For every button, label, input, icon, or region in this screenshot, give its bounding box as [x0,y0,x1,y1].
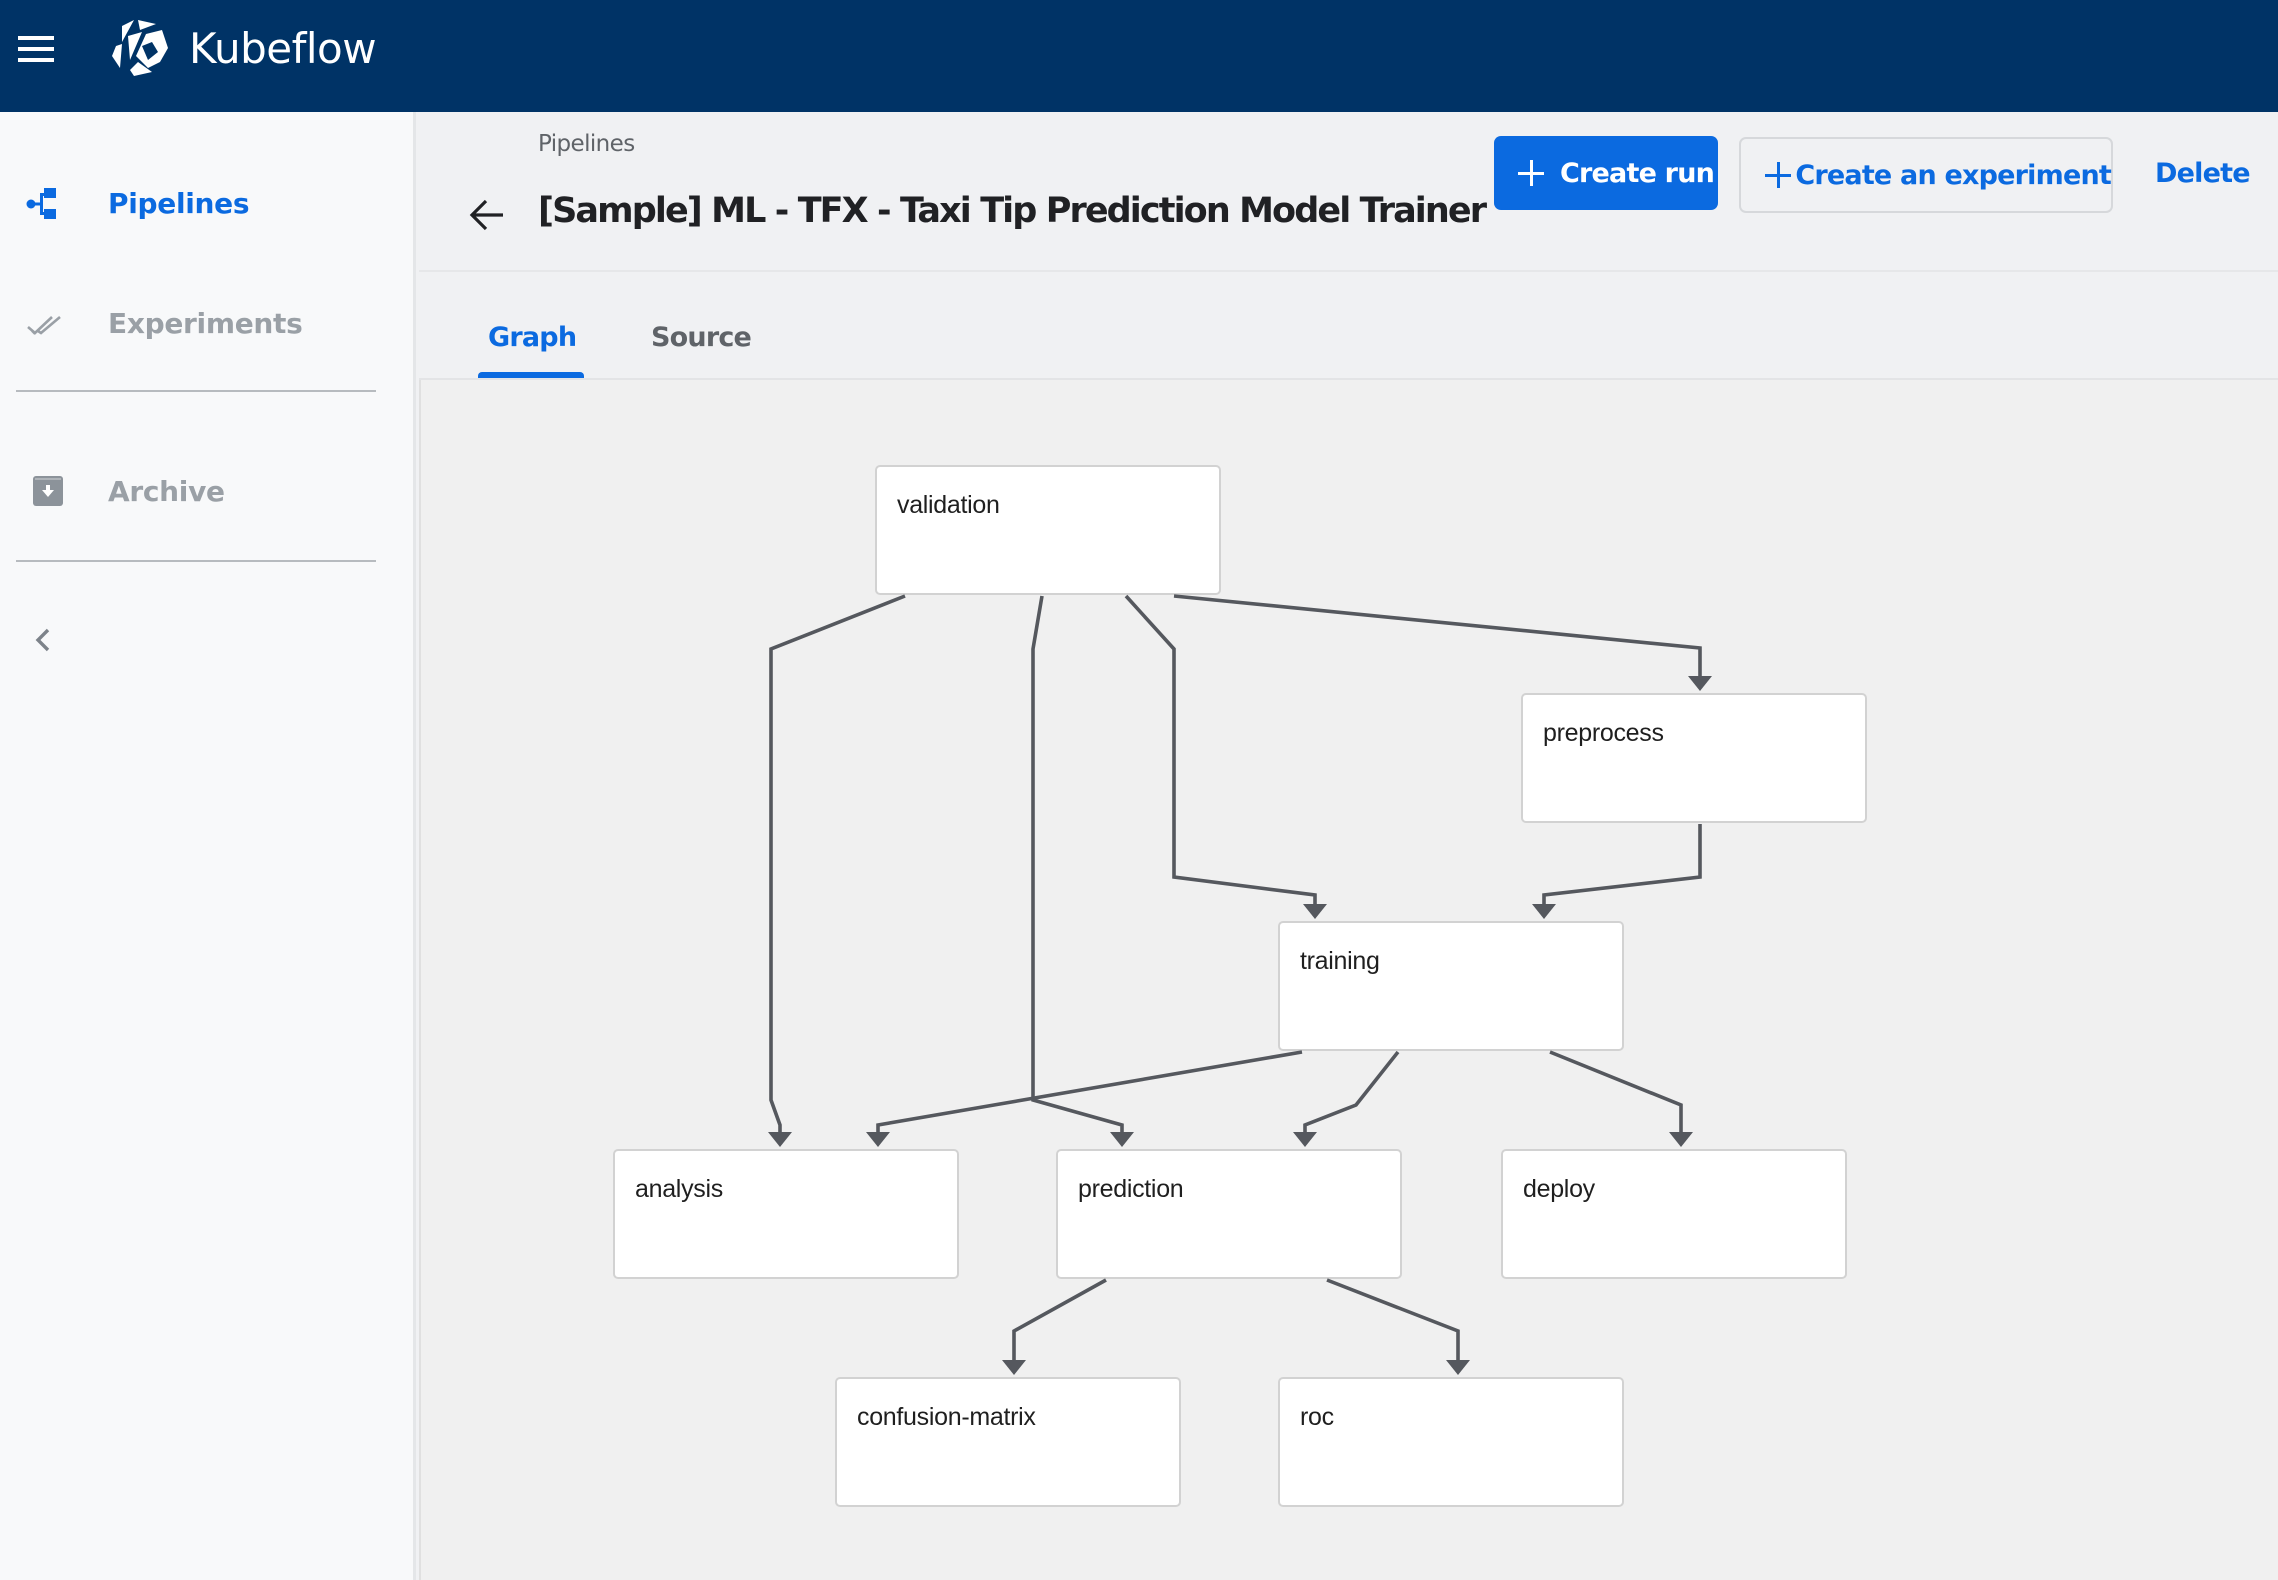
pipelines-icon [26,188,56,219]
create-experiment-button[interactable]: Create an experiment [1739,137,2113,213]
sidebar-item-archive[interactable]: Archive [0,456,400,526]
hamburger-menu-icon[interactable] [18,36,54,62]
delete-button[interactable]: Delete [2155,136,2251,210]
breadcrumb-pipelines[interactable]: Pipelines [538,131,635,157]
graph-node-label: deploy [1523,1175,1595,1203]
app-bar: Kubeflow [0,0,2278,112]
sidebar-item-label: Archive [108,475,225,508]
kubeflow-logo-icon [112,20,168,76]
sidebar-item-experiments[interactable]: Experiments [0,288,400,358]
sidebar-divider [16,390,376,392]
chevron-left-icon[interactable] [28,618,60,662]
double-check-icon [27,316,61,335]
tab-source[interactable]: Source [651,322,752,378]
page-header: Pipelines [Sample] ML - TFX - Taxi Tip P… [419,112,2278,272]
plus-icon [1518,160,1544,186]
graph-node-label: training [1300,947,1380,975]
create-experiment-label: Create an experiment [1795,159,2111,191]
plus-icon [1765,162,1792,188]
graph-node-prediction[interactable]: prediction [1056,1149,1402,1279]
graph-node-deploy[interactable]: deploy [1501,1149,1847,1279]
graph-node-label: roc [1300,1403,1334,1431]
graph-node-roc[interactable]: roc [1278,1377,1624,1507]
sidebar-item-label: Pipelines [108,187,250,220]
sidebar-item-pipelines[interactable]: Pipelines [0,168,400,238]
tab-bar: Graph Source [419,272,2278,380]
graph-node-validation[interactable]: validation [875,465,1221,595]
graph-node-label: analysis [635,1175,723,1203]
create-run-button[interactable]: Create run [1494,136,1718,210]
graph-node-analysis[interactable]: analysis [613,1149,959,1279]
graph-node-label: preprocess [1543,719,1664,747]
sidebar-divider [16,560,376,562]
delete-label: Delete [2155,157,2251,189]
tab-graph[interactable]: Graph [488,322,577,378]
graph-node-label: validation [897,491,1000,519]
active-tab-indicator [478,372,584,378]
graph-node-confusion-matrix[interactable]: confusion-matrix [835,1377,1181,1507]
sidebar: Pipelines Experiments Archive [0,112,416,1580]
sidebar-item-label: Experiments [108,307,303,340]
graph-node-label: confusion-matrix [857,1403,1036,1431]
app-brand[interactable]: Kubeflow [189,22,377,76]
graph-node-preprocess[interactable]: preprocess [1521,693,1867,823]
page-title: [Sample] ML - TFX - Taxi Tip Prediction … [538,191,1487,231]
archive-icon [33,476,63,506]
graph-node-label: prediction [1078,1175,1184,1203]
graph-node-training[interactable]: training [1278,921,1624,1051]
arrow-back-icon[interactable] [467,194,509,236]
create-run-label: Create run [1560,157,1715,189]
